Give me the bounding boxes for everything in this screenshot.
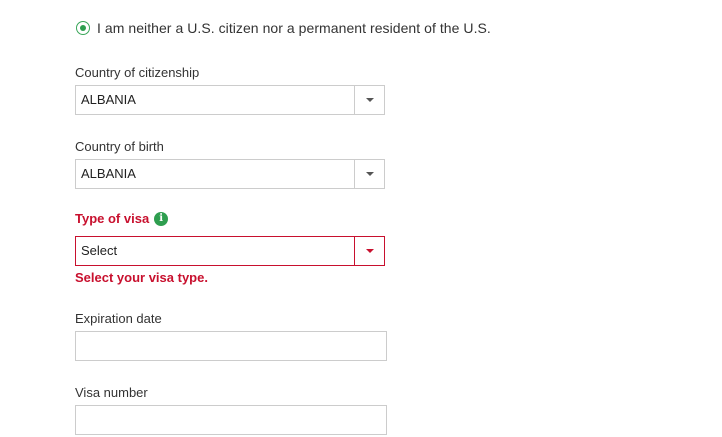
chevron-down-icon[interactable]	[354, 160, 384, 188]
citizenship-value: ALBANIA	[81, 92, 136, 107]
visa-type-label-row: Type of visa i	[75, 211, 169, 226]
info-icon[interactable]: i	[154, 211, 169, 226]
visa-type-value: Select	[81, 243, 118, 258]
expiration-date-label: Expiration date	[75, 311, 162, 326]
visa-form: I am neither a U.S. citizen nor a perman…	[0, 0, 722, 437]
non-citizen-option-label: I am neither a U.S. citizen nor a perman…	[97, 20, 491, 36]
visa-type-error: Select your visa type.	[75, 270, 208, 285]
birth-country-select[interactable]: ALBANIA	[75, 159, 385, 189]
birth-country-label: Country of birth	[75, 139, 164, 154]
birth-country-value: ALBANIA	[81, 166, 136, 181]
citizenship-select[interactable]: ALBANIA	[75, 85, 385, 115]
citizenship-label: Country of citizenship	[75, 65, 200, 80]
radio-selected-icon[interactable]	[76, 21, 90, 35]
visa-number-input[interactable]	[75, 405, 387, 435]
chevron-down-icon[interactable]	[354, 237, 384, 265]
visa-number-label: Visa number	[75, 385, 148, 400]
visa-type-select[interactable]: Select	[75, 236, 385, 266]
visa-type-label: Type of visa	[75, 211, 150, 226]
non-citizen-option[interactable]: I am neither a U.S. citizen nor a perman…	[75, 19, 491, 37]
chevron-down-icon[interactable]	[354, 86, 384, 114]
expiration-date-input[interactable]	[75, 331, 387, 361]
